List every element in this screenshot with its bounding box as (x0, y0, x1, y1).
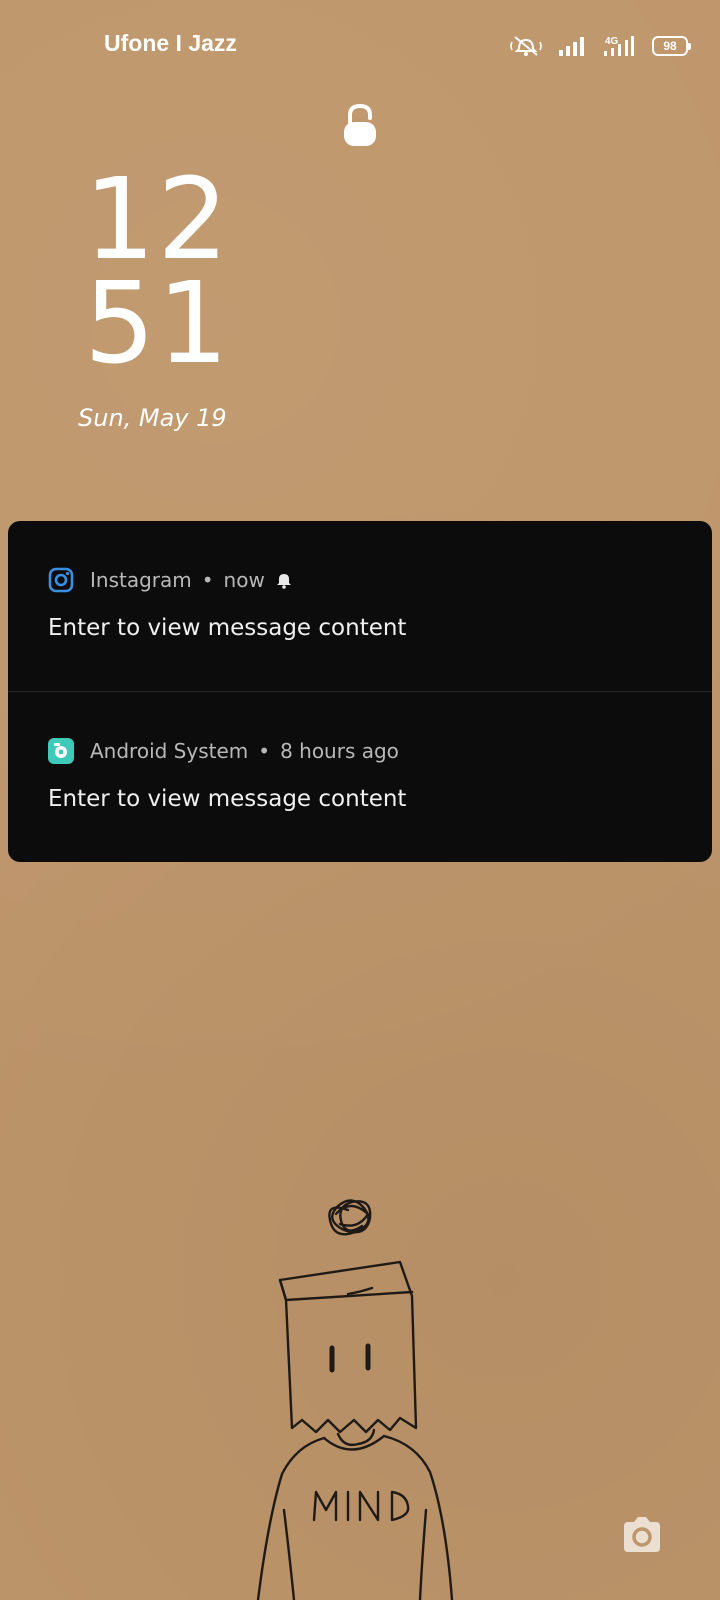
battery-level: 98 (663, 39, 677, 53)
notification-android-system[interactable]: Android System • 8 hours ago Enter to vi… (8, 691, 712, 861)
notification-panel: Instagram • now Enter to view message co… (8, 521, 712, 862)
lock-icon[interactable] (340, 102, 380, 148)
clock-minute: 51 (84, 259, 231, 389)
signal-4g-icon: 4G (604, 36, 634, 56)
notification-body: Enter to view message content (48, 786, 407, 812)
notification-time: now (223, 568, 265, 592)
notification-app-name: Android System (90, 739, 249, 763)
notification-separator: • (201, 568, 214, 592)
notification-separator: • (258, 739, 271, 763)
notification-header: Android System • 8 hours ago (48, 737, 399, 765)
notification-body: Enter to view message content (48, 615, 407, 641)
mute-icon (510, 36, 542, 56)
signal-icon (559, 37, 584, 56)
notification-header: Instagram • now (48, 566, 293, 594)
carrier-name: Ufone I Jazz (104, 30, 237, 56)
camera-icon[interactable] (620, 1514, 664, 1554)
lockscreen-date: Sun, May 19 (78, 404, 227, 432)
status-bar: Ufone I Jazz 4G 98 (0, 0, 720, 90)
notification-time: 8 hours ago (280, 739, 399, 763)
android-system-icon (48, 738, 74, 764)
notification-app-name: Instagram (90, 568, 192, 592)
instagram-icon (48, 567, 74, 593)
status-icons: 4G 98 (510, 32, 691, 60)
clock-hour: 12 (84, 155, 231, 285)
bell-icon (276, 574, 291, 589)
svg-text:4G: 4G (605, 36, 619, 47)
notification-instagram[interactable]: Instagram • now Enter to view message co… (8, 521, 712, 691)
lockscreen-clock: 12 51 (84, 155, 231, 389)
battery-icon: 98 (652, 36, 691, 56)
wallpaper-sketch (256, 1199, 454, 1600)
